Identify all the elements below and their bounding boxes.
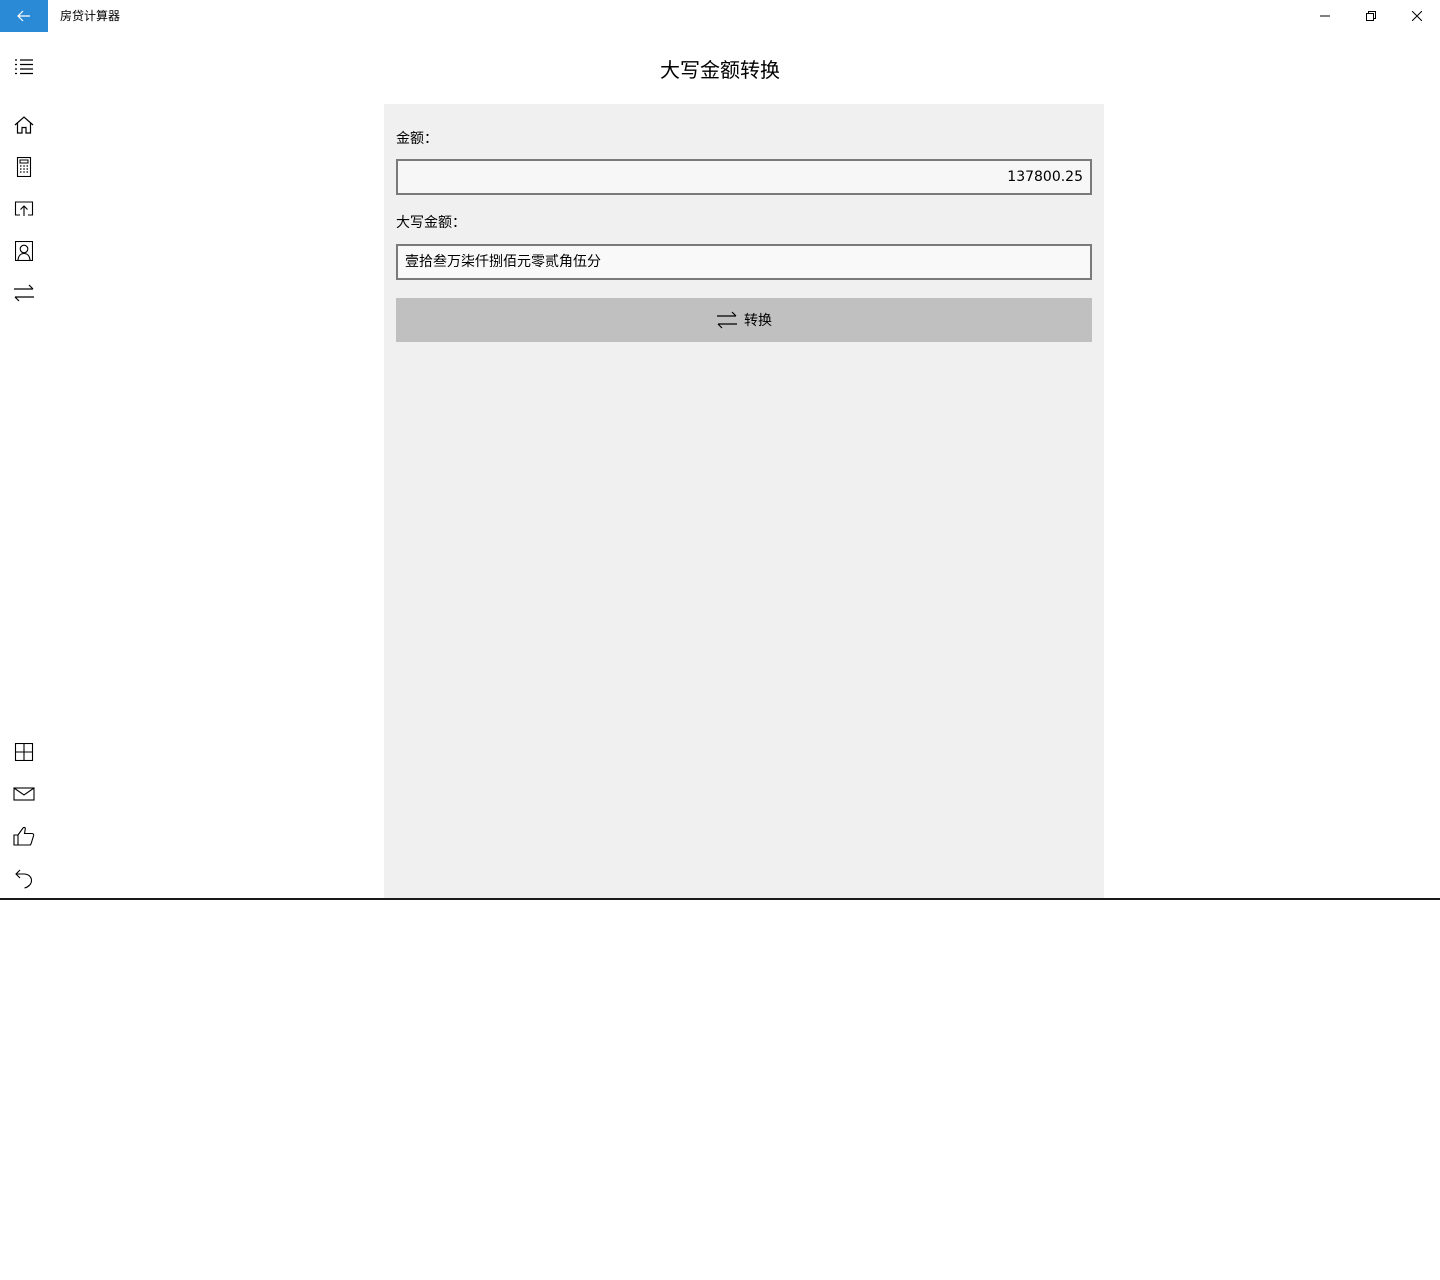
restore-icon bbox=[1366, 11, 1376, 21]
home-icon bbox=[14, 116, 34, 134]
nav-item-undo[interactable] bbox=[0, 858, 48, 898]
back-button[interactable] bbox=[0, 0, 48, 32]
convert-button[interactable]: 转换 bbox=[396, 298, 1092, 342]
arrow-left-icon bbox=[17, 10, 31, 22]
nav-item-grid[interactable] bbox=[0, 732, 48, 772]
amount-input[interactable]: 137800.25 bbox=[396, 159, 1092, 195]
close-icon bbox=[1412, 11, 1422, 21]
close-button[interactable] bbox=[1394, 0, 1440, 32]
thumbs-up-icon bbox=[13, 826, 35, 846]
swap-icon bbox=[13, 284, 35, 302]
amount-label: 金额： bbox=[396, 131, 438, 147]
upper-amount-field[interactable]: 壹拾叁万柒仟捌佰元零贰角伍分 bbox=[396, 244, 1092, 280]
convert-button-label: 转换 bbox=[744, 313, 772, 329]
nav-menu-button[interactable] bbox=[0, 47, 48, 87]
undo-icon bbox=[14, 867, 34, 889]
nav-item-swap[interactable] bbox=[0, 273, 48, 313]
calculator-icon bbox=[16, 157, 32, 177]
upload-icon bbox=[14, 201, 34, 217]
nav-item-upload[interactable] bbox=[0, 189, 48, 229]
minimize-icon bbox=[1320, 11, 1330, 21]
nav-item-mail[interactable] bbox=[0, 774, 48, 814]
restore-button[interactable] bbox=[1348, 0, 1394, 32]
nav-item-calculator[interactable] bbox=[0, 147, 48, 187]
nav-item-home[interactable] bbox=[0, 105, 48, 145]
minimize-button[interactable] bbox=[1302, 0, 1348, 32]
contact-icon bbox=[15, 241, 33, 261]
upper-amount-label: 大写金额： bbox=[396, 215, 466, 231]
nav-item-contact[interactable] bbox=[0, 231, 48, 271]
app-title: 房贷计算器 bbox=[60, 9, 121, 23]
nav-rail bbox=[0, 32, 48, 898]
page-title: 大写金额转换 bbox=[660, 58, 780, 82]
grid-icon bbox=[14, 743, 34, 761]
swap-icon bbox=[716, 311, 738, 329]
converter-panel: 金额： 137800.25 大写金额： 壹拾叁万柒仟捌佰元零贰角伍分 转换 bbox=[384, 104, 1104, 898]
nav-item-like[interactable] bbox=[0, 816, 48, 856]
mail-icon bbox=[13, 786, 35, 802]
list-icon bbox=[14, 58, 34, 76]
app-window: 房贷计算器 大写金额转换 金额： 137800.25 大写金额： 壹拾叁万柒仟捌… bbox=[0, 0, 1440, 900]
title-bar: 房贷计算器 bbox=[0, 0, 1440, 32]
